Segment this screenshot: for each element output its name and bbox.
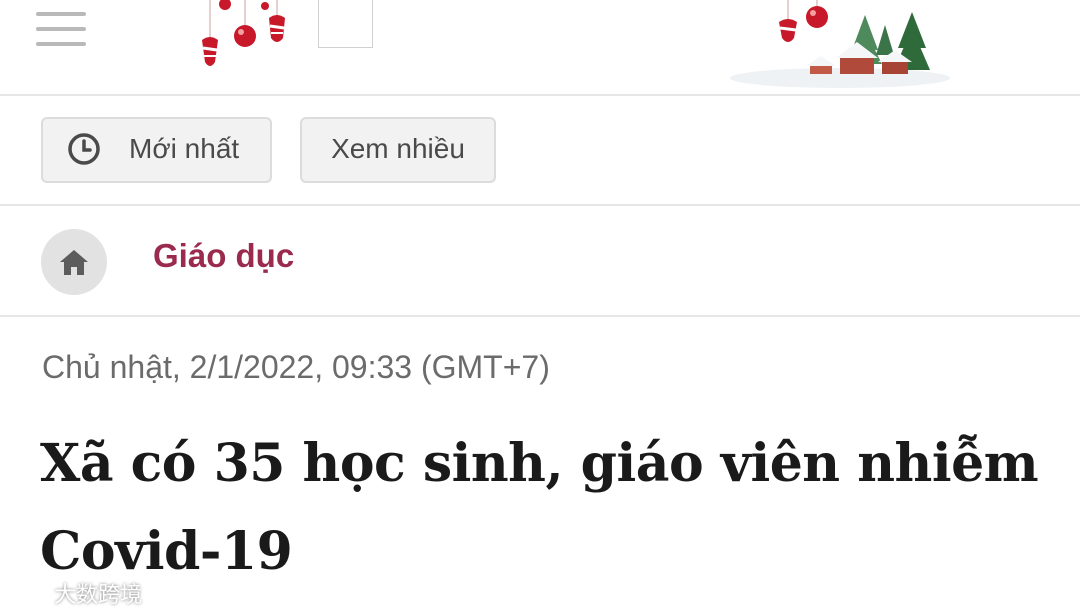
site-logo[interactable] <box>318 0 373 48</box>
filters-divider <box>0 204 1080 206</box>
home-button[interactable] <box>41 229 107 295</box>
hamburger-menu-icon[interactable] <box>36 12 86 48</box>
home-icon <box>60 250 88 275</box>
newest-filter-label: Mới nhất <box>129 133 240 164</box>
article-date: Chủ nhật, 2/1/2022, 09:33 (GMT+7) <box>42 349 550 385</box>
header-divider <box>0 94 1080 96</box>
most-viewed-filter-label: Xem nhiều <box>331 133 465 164</box>
watermark: 大数跨境 <box>8 580 142 610</box>
newest-filter-button[interactable]: Mới nhất <box>41 117 272 183</box>
article-title: Xã có 35 học sinh, giáo viên nhiễm Covid… <box>40 433 1039 582</box>
most-viewed-filter-button[interactable]: Xem nhiều <box>300 117 496 183</box>
site-header <box>0 0 1080 94</box>
christmas-ornaments-icon <box>202 0 285 66</box>
christmas-village-icon <box>730 0 950 88</box>
breadcrumb-divider <box>0 315 1080 317</box>
clock-icon <box>68 133 100 165</box>
category-link[interactable]: Giáo dục <box>153 236 294 276</box>
watermark-text: 大数跨境 <box>54 582 143 607</box>
watermark-logo-icon <box>10 588 47 605</box>
